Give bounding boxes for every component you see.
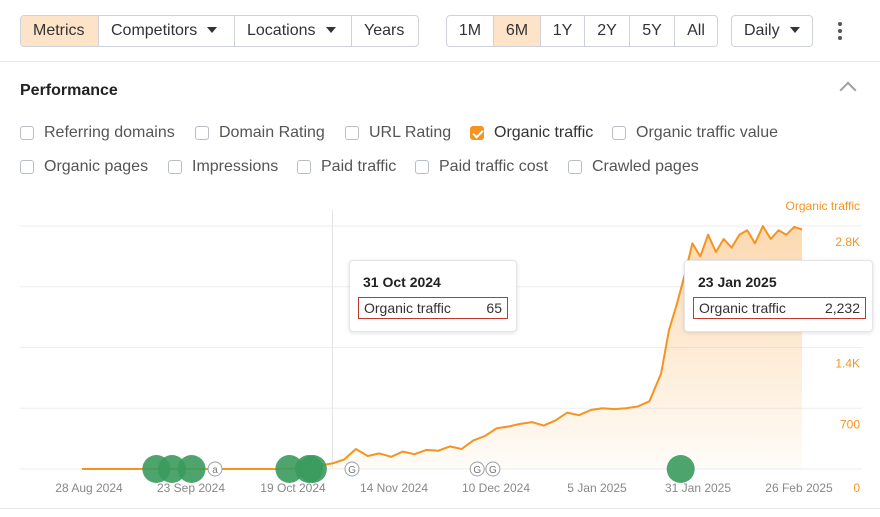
x-tick-label: 31 Jan 2025 bbox=[665, 481, 731, 495]
y-tick-label: 0 bbox=[853, 481, 860, 495]
checkbox-label: Impressions bbox=[192, 158, 279, 175]
chevron-down-icon bbox=[207, 26, 218, 33]
x-tick-label: 23 Sep 2024 bbox=[157, 481, 225, 495]
checkbox-empty-icon bbox=[195, 126, 209, 140]
tooltip-date: 23 Jan 2025 bbox=[698, 274, 777, 290]
period-all[interactable]: All bbox=[675, 16, 717, 46]
event-marker bbox=[177, 455, 206, 483]
period-2y[interactable]: 2Y bbox=[585, 16, 630, 46]
tooltip-metric: Organic traffic bbox=[364, 300, 451, 316]
tooltip-row: Organic traffic 65 bbox=[358, 297, 508, 319]
checkbox-label: Organic traffic value bbox=[636, 124, 778, 141]
checkbox-label: Paid traffic cost bbox=[439, 158, 549, 175]
tooltip-value: 65 bbox=[486, 300, 502, 316]
tooltip-jan: 23 Jan 2025 Organic traffic 2,232 bbox=[684, 260, 873, 332]
event-marker-text: G bbox=[473, 465, 481, 476]
segment-years[interactable]: Years bbox=[352, 16, 418, 46]
segment-locations[interactable]: Locations bbox=[235, 16, 352, 46]
view-mode-selector: Metrics Competitors Locations Years bbox=[20, 15, 419, 47]
granularity-dropdown[interactable]: Daily bbox=[731, 15, 813, 47]
toolbar: Metrics Competitors Locations Years 1M 6M 1Y 2… bbox=[0, 0, 880, 62]
checkbox-label: Referring domains bbox=[44, 124, 175, 141]
checkbox-organic-traffic[interactable]: Organic traffic bbox=[470, 124, 593, 142]
y-tick-label: 1.4K bbox=[835, 357, 860, 371]
event-marker-text: a bbox=[212, 465, 218, 476]
checkbox-paid-traffic[interactable]: Paid traffic bbox=[297, 158, 396, 176]
granularity-label: Daily bbox=[744, 22, 780, 39]
checkbox-empty-icon bbox=[612, 126, 626, 140]
checkbox-empty-icon bbox=[568, 160, 582, 174]
event-marker-text: G bbox=[489, 465, 497, 476]
checkbox-label: Crawled pages bbox=[592, 158, 699, 175]
event-marker bbox=[298, 455, 327, 483]
checkbox-empty-icon bbox=[297, 160, 311, 174]
period-6m[interactable]: 6M bbox=[494, 16, 541, 46]
checkbox-checked-icon bbox=[470, 126, 484, 140]
tooltip-value: 2,232 bbox=[824, 300, 860, 316]
x-tick-label: 10 Dec 2024 bbox=[462, 481, 530, 495]
traffic-chart[interactable]: 0 700 1.4K 2.8K 28 Aug 2024 23 Sep 2024 19 Oct… bbox=[0, 210, 880, 500]
x-tick-label: 28 Aug 2024 bbox=[55, 481, 123, 495]
checkbox-domain-rating[interactable]: Domain Rating bbox=[195, 124, 325, 142]
checkbox-label: Organic pages bbox=[44, 158, 149, 175]
checkbox-referring-domains[interactable]: Referring domains bbox=[20, 124, 175, 142]
checkbox-empty-icon bbox=[415, 160, 429, 174]
checkbox-empty-icon bbox=[345, 126, 359, 140]
checkbox-label: URL Rating bbox=[369, 124, 452, 141]
checkbox-empty-icon bbox=[20, 160, 34, 174]
event-marker bbox=[666, 455, 695, 483]
checkbox-paid-traffic-cost[interactable]: Paid traffic cost bbox=[415, 158, 548, 176]
period-1m[interactable]: 1M bbox=[447, 16, 494, 46]
vertical-dots-icon[interactable] bbox=[836, 20, 844, 40]
period-selector: 1M 6M 1Y 2Y 5Y All bbox=[446, 15, 718, 47]
x-tick-label: 14 Nov 2024 bbox=[360, 481, 428, 495]
chevron-down-icon bbox=[789, 26, 800, 33]
segment-label: Locations bbox=[247, 22, 316, 39]
segment-competitors[interactable]: Competitors bbox=[99, 16, 235, 46]
segment-label: Years bbox=[364, 22, 405, 39]
segment-label: Metrics bbox=[33, 22, 85, 39]
checkbox-label: Domain Rating bbox=[219, 124, 325, 141]
tooltip-date: 31 Oct 2024 bbox=[363, 274, 441, 290]
checkbox-empty-icon bbox=[168, 160, 182, 174]
tooltip-row: Organic traffic 2,232 bbox=[693, 297, 866, 319]
event-marker-text: G bbox=[348, 465, 356, 476]
segment-label: Competitors bbox=[111, 22, 198, 39]
segment-metrics[interactable]: Metrics bbox=[21, 16, 99, 46]
chevron-up-icon[interactable] bbox=[839, 81, 857, 99]
checkbox-label: Paid traffic bbox=[321, 158, 397, 175]
period-1y[interactable]: 1Y bbox=[541, 16, 585, 46]
x-tick-label: 5 Jan 2025 bbox=[567, 481, 627, 495]
toolbar-divider bbox=[0, 61, 880, 62]
panel-bottom-border bbox=[0, 508, 880, 509]
tooltip-metric: Organic traffic bbox=[699, 300, 786, 316]
panel-title: Performance bbox=[20, 82, 118, 99]
chevron-down-icon bbox=[325, 26, 336, 33]
checkbox-label: Organic traffic bbox=[494, 124, 594, 141]
x-tick-label: 26 Feb 2025 bbox=[765, 481, 833, 495]
checkbox-url-rating[interactable]: URL Rating bbox=[345, 124, 451, 142]
checkbox-empty-icon bbox=[20, 126, 34, 140]
y-tick-label: 2.8K bbox=[835, 235, 860, 249]
checkbox-crawled-pages[interactable]: Crawled pages bbox=[568, 158, 699, 176]
checkbox-impressions[interactable]: Impressions bbox=[168, 158, 278, 176]
checkbox-organic-pages[interactable]: Organic pages bbox=[20, 158, 148, 176]
x-tick-label: 19 Oct 2024 bbox=[260, 481, 326, 495]
checkbox-organic-traffic-value[interactable]: Organic traffic value bbox=[612, 124, 778, 142]
period-5y[interactable]: 5Y bbox=[630, 16, 675, 46]
y-tick-label: 700 bbox=[840, 417, 860, 431]
tooltip-oct: 31 Oct 2024 Organic traffic 65 bbox=[349, 260, 517, 332]
